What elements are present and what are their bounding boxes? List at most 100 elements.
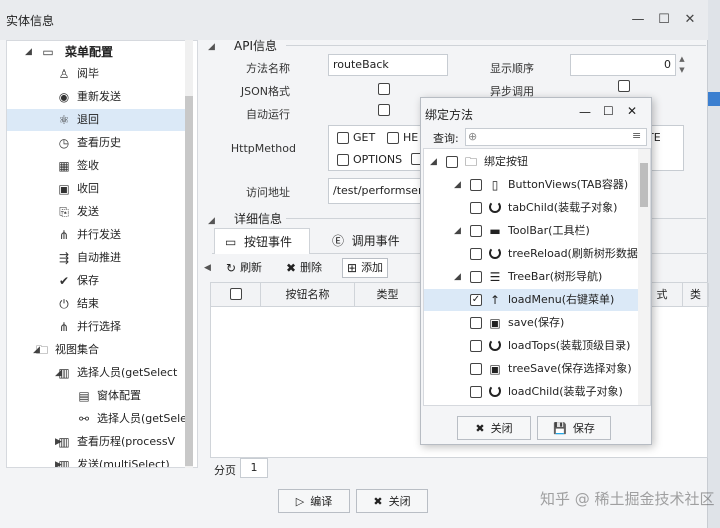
dialog-save-button[interactable]: 💾 保存 [537, 416, 611, 440]
tab-button-events[interactable]: ▭ 按钮事件 [214, 228, 310, 254]
method-head[interactable]: HE [387, 131, 418, 144]
expand-arrow-icon[interactable]: ◢ [25, 41, 32, 63]
row-checkbox[interactable] [470, 317, 482, 329]
expand-arrow-icon[interactable]: ◢ [454, 404, 461, 405]
tree-root[interactable]: ◢ ▭ 菜单配置 [7, 41, 187, 63]
add-button[interactable]: ⊞ 添加 [342, 258, 389, 278]
tree-item[interactable]: ⚯ 选择人员(getSelect [7, 408, 187, 430]
tree-item-label: 并行选择 [77, 320, 121, 333]
tree-item[interactable]: ▣ 收回 [7, 178, 187, 200]
method-tree-row[interactable]: ✓ ↑ loadMenu(右键菜单) [424, 289, 638, 311]
row-checkbox[interactable] [470, 179, 482, 191]
tree-item[interactable]: ♙ 阅毕 [7, 63, 187, 85]
row-checkbox[interactable] [470, 271, 482, 283]
spinner-arrows-icon[interactable]: ▲ ▼ [676, 54, 688, 76]
disk-icon: ▣ [489, 362, 501, 376]
row-checkbox[interactable] [470, 340, 482, 352]
close-icon[interactable]: ✕ [682, 12, 698, 28]
row-checkbox[interactable] [446, 156, 458, 168]
tree-item[interactable]: ◷ 查看历史 [7, 132, 187, 154]
row-checkbox[interactable]: ✓ [470, 294, 482, 306]
dialog-scrollbar-thumb[interactable] [640, 163, 648, 207]
method-tree-row[interactable]: tabChild(装载子对象) [424, 197, 638, 219]
col-class[interactable]: 类 [683, 283, 709, 307]
tree-item[interactable]: ⎘ 发送 [7, 201, 187, 223]
method-options[interactable]: OPTIONS [337, 153, 402, 166]
window-icon: ▭ [42, 45, 54, 59]
method-tree-row[interactable]: ◢ 🗀 绑定按钮 [424, 151, 638, 173]
method-get[interactable]: GET [337, 131, 375, 144]
method-tree-label: Input(普通输入域) [508, 404, 600, 405]
tree-item-label: 重新发送 [77, 90, 121, 103]
method-tree-row[interactable]: ▣ save(保存) [424, 312, 638, 334]
async-checkbox[interactable] [618, 80, 630, 92]
link-icon: ⚯ [78, 412, 90, 426]
tree-scrollbar-thumb[interactable] [185, 96, 193, 466]
tree-item-label: 阅毕 [77, 67, 99, 80]
autorun-checkbox[interactable] [378, 104, 390, 116]
tree-item[interactable]: ▶ ▥ 发送(multiSelect) [7, 454, 187, 467]
expand-arrow-icon[interactable]: ◢ [454, 266, 461, 288]
tree-item[interactable]: ⏻ 结束 [7, 293, 187, 315]
page-input[interactable]: 1 [240, 458, 268, 478]
tree-item[interactable]: ◢ ▥ 选择人员(getSelect [7, 362, 187, 384]
method-tree-label: treeSave(保存选择对象) [508, 362, 632, 375]
select-all-cell[interactable] [211, 283, 261, 307]
tree-item[interactable]: ⋔ 并行发送 [7, 224, 187, 246]
tree-item[interactable]: ▤ 窗体配置 [7, 385, 187, 407]
tree-item[interactable]: ◉ 重新发送 [7, 86, 187, 108]
row-checkbox[interactable] [470, 202, 482, 214]
display-order-input[interactable]: 0 [570, 54, 676, 76]
send-icon: ⎘ [59, 205, 69, 219]
tree-item[interactable]: ⇶ 自动推进 [7, 247, 187, 269]
autorun-label: 自动运行 [246, 108, 290, 121]
method-tree-label: treeReload(刷新树形数据) [508, 247, 638, 260]
delete-button[interactable]: ✖ 删除 [286, 258, 322, 278]
json-checkbox[interactable] [378, 83, 390, 95]
method-tree-row[interactable]: ◢ ▯ ButtonViews(TAB容器) [424, 174, 638, 196]
refresh-button[interactable]: ↻ 刷新 [226, 258, 262, 278]
dialog-close-button[interactable]: ✖ 关闭 [457, 416, 531, 440]
search-input[interactable]: ⊕ ≡ [465, 128, 647, 146]
minimize-icon[interactable]: — [630, 12, 646, 28]
row-checkbox[interactable] [470, 225, 482, 237]
method-tree-row[interactable]: ◢ ▬ ToolBar(工具栏) [424, 220, 638, 242]
collapse-arrow-icon[interactable]: ◢ [208, 42, 222, 52]
method-tree-row[interactable]: ◢▭Input(普通输入域) [424, 404, 638, 405]
tree-item[interactable]: ⚛ 退回 [7, 109, 187, 131]
menu-icon[interactable]: ≡ [632, 129, 641, 142]
tree-item[interactable]: ✔ 保存 [7, 270, 187, 292]
expand-arrow-icon[interactable]: ◢ [454, 220, 461, 242]
dialog-minimize-icon[interactable]: — [579, 105, 591, 119]
col-type[interactable]: 类型 [355, 283, 421, 307]
tree-item[interactable]: ⋔ 并行选择 [7, 316, 187, 338]
method-tree-label: save(保存) [508, 316, 565, 329]
row-checkbox[interactable] [470, 248, 482, 260]
dialog-maximize-icon[interactable]: ☐ [603, 104, 614, 118]
tree-item[interactable]: ▦ 签收 [7, 155, 187, 177]
dialog-close-icon[interactable]: ✕ [627, 104, 637, 118]
tab-call-events[interactable]: Ⓔ 调用事件 [322, 228, 418, 254]
col-button-name[interactable]: 按钮名称 [261, 283, 355, 307]
row-checkbox[interactable] [470, 386, 482, 398]
method-tree-row[interactable]: loadTops(装载顶级目录) [424, 335, 638, 357]
method-tree-row[interactable]: loadChild(装载子对象) [424, 381, 638, 403]
e-circle-icon: Ⓔ [332, 234, 345, 248]
expand-arrow-icon[interactable]: ◢ [454, 174, 461, 196]
method-tree-row[interactable]: ▣ treeSave(保存选择对象) [424, 358, 638, 380]
expand-arrow-icon[interactable]: ◢ [430, 151, 437, 173]
tree-item[interactable]: ◢ 🗀 视图集合 [7, 339, 187, 361]
method-tree-row[interactable]: treeReload(刷新树形数据) [424, 243, 638, 265]
tree-item[interactable]: ▶ ▥ 查看历程(processV [7, 431, 187, 453]
url-input[interactable]: /test/performservi [328, 178, 422, 204]
method-tree-row[interactable]: ◢ ☰ TreeBar(树形导航) [424, 266, 638, 288]
maximize-icon[interactable]: ☐ [656, 12, 672, 28]
close-x-icon: ✖ [373, 494, 383, 508]
close-button[interactable]: ✖ 关闭 [356, 489, 428, 513]
collapse-arrow-icon[interactable]: ◢ [208, 216, 222, 226]
row-checkbox[interactable] [470, 363, 482, 375]
ring-icon [488, 201, 502, 215]
compile-button[interactable]: ▷ 编译 [278, 489, 350, 513]
method-name-input[interactable]: routeBack [328, 54, 448, 76]
collapse-left-icon[interactable]: ◀ [204, 256, 212, 280]
